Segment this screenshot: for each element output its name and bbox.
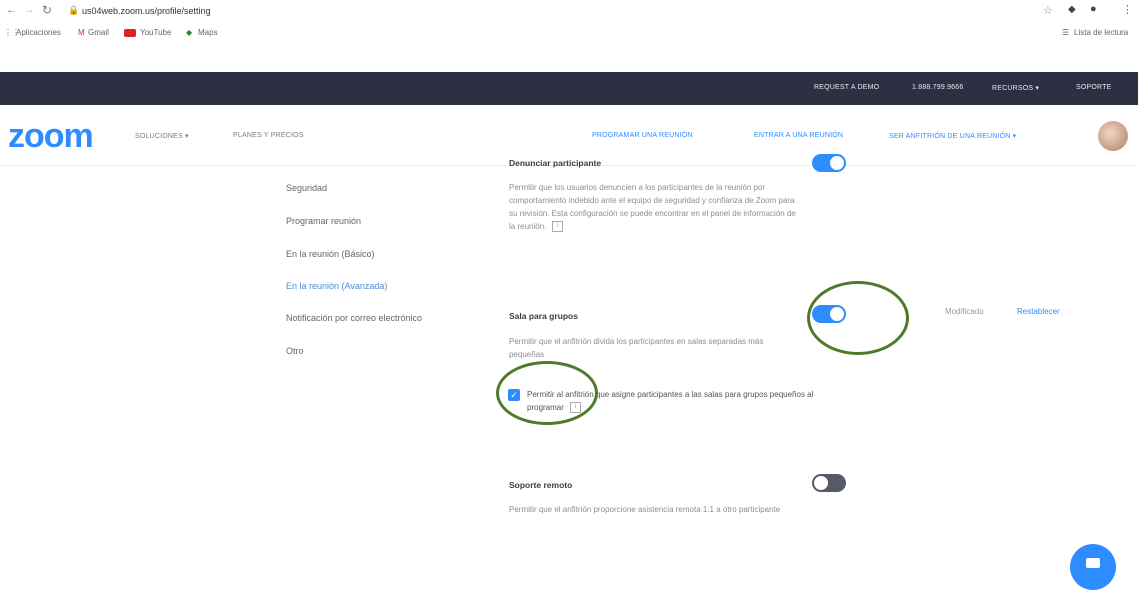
soluciones-menu[interactable]: SOLUCIONES ▾	[135, 132, 189, 140]
reset-link[interactable]: Restablecer	[1017, 307, 1060, 316]
resources-menu[interactable]: RECURSOS ▾	[992, 84, 1039, 92]
avatar[interactable]	[1098, 121, 1128, 151]
chat-icon	[1086, 558, 1100, 568]
back-icon[interactable]: ←	[6, 4, 17, 16]
report-toggle[interactable]	[812, 154, 846, 172]
annotation-circle-toggle	[807, 281, 909, 355]
extension-icon[interactable]: ◆	[1068, 4, 1076, 15]
request-demo-link[interactable]: REQUEST A DEMO	[814, 84, 879, 91]
breakout-setting-title: Sala para grupos	[509, 311, 578, 321]
remote-support-description: Permitir que el anfitrión proporcione as…	[509, 505, 781, 514]
nav-seguridad[interactable]: Seguridad	[286, 183, 327, 193]
lock-icon: 🔒	[68, 5, 80, 15]
forward-icon[interactable]: →	[24, 4, 35, 16]
info-icon[interactable]: i	[552, 221, 564, 233]
youtube-icon	[124, 29, 136, 37]
bookmark-aplicaciones[interactable]: Aplicaciones	[16, 28, 61, 37]
gmail-icon: M	[78, 28, 85, 37]
join-meeting-link[interactable]: ENTRAR A UNA REUNIÓN	[754, 132, 843, 139]
chat-button[interactable]	[1070, 544, 1116, 590]
zoom-logo[interactable]: zoom	[8, 117, 94, 156]
toggle-knob	[830, 156, 844, 170]
browser-address-bar: ← → ↻ 🔒 us04web.zoom.us/profile/setting …	[0, 0, 1138, 25]
nav-otro[interactable]: Otro	[286, 346, 304, 356]
star-icon[interactable]: ☆	[1043, 4, 1053, 17]
reload-icon[interactable]: ↻	[42, 3, 52, 17]
report-setting-title: Denunciar participante	[509, 158, 602, 168]
url-text[interactable]: us04web.zoom.us/profile/setting	[82, 6, 211, 16]
bookmarks-bar: ⋮⋮ Aplicaciones M Gmail YouTube ◆ Maps ☰…	[0, 24, 1138, 43]
nav-programar[interactable]: Programar reunión	[286, 216, 361, 226]
breakout-setting-description: Permitir que el anfitrión divida los par…	[509, 337, 764, 359]
maps-icon: ◆	[186, 28, 193, 37]
support-link[interactable]: SOPORTE	[1076, 84, 1112, 91]
bookmark-youtube[interactable]: YouTube	[140, 28, 171, 37]
nav-notificacion[interactable]: Notificación por correo electrónico	[286, 313, 422, 323]
nav-basico[interactable]: En la reunión (Básico)	[286, 249, 375, 259]
schedule-meeting-link[interactable]: PROGRAMAR UNA REUNIÓN	[592, 132, 693, 139]
modified-label: Modificado	[945, 307, 984, 316]
toggle-knob	[814, 476, 828, 490]
nav-avanzada[interactable]: En la reunión (Avanzada)	[286, 281, 387, 291]
remote-support-toggle[interactable]	[812, 474, 846, 492]
zoom-header: zoom SOLUCIONES ▾ PLANES Y PRECIOS PROGR…	[0, 105, 1138, 166]
bookmark-maps[interactable]: Maps	[198, 28, 218, 37]
host-meeting-menu[interactable]: SER ANFITRIÓN DE UNA REUNIÓN ▾	[889, 132, 1016, 140]
reading-list[interactable]: Lista de lectura	[1074, 28, 1128, 37]
remote-support-title: Soporte remoto	[509, 480, 573, 490]
report-setting-description: Permitir que los usuarios denuncien a lo…	[509, 183, 796, 233]
bookmark-gmail[interactable]: Gmail	[88, 28, 109, 37]
profile-icon[interactable]: ●	[1090, 3, 1097, 15]
annotation-circle-checkbox	[496, 361, 598, 425]
menu-icon[interactable]: ⋮	[1122, 3, 1133, 16]
reading-list-icon: ☰	[1062, 28, 1070, 37]
planes-link[interactable]: PLANES Y PRECIOS	[233, 132, 304, 139]
zoom-top-bar: REQUEST A DEMO 1.888.799.9666 RECURSOS ▾…	[0, 72, 1138, 105]
phone-link[interactable]: 1.888.799.9666	[912, 84, 963, 91]
